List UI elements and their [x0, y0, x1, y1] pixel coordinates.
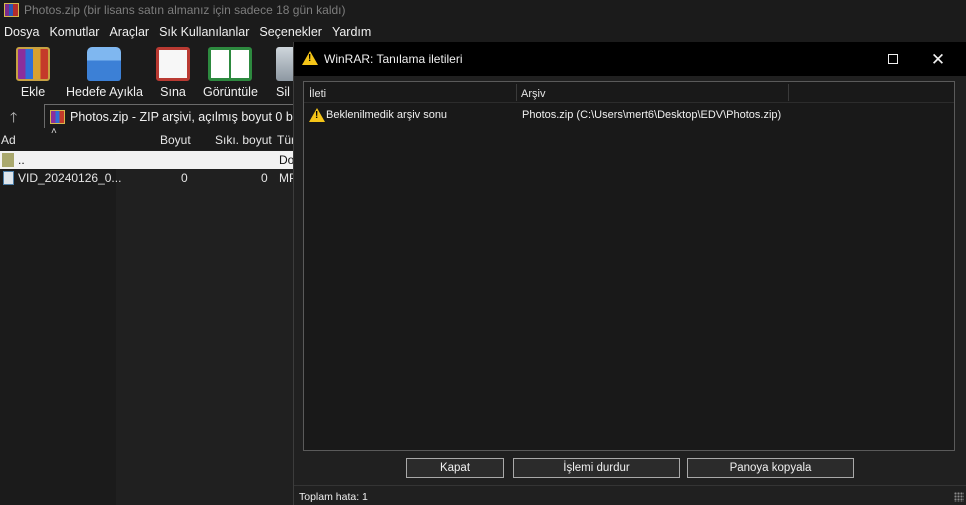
menu-secenekler[interactable]: Seçenekler	[255, 25, 328, 39]
file-row[interactable]: VID_20240126_0... 0 0 MP	[0, 169, 300, 187]
file-row-parent[interactable]: .. Do	[0, 151, 300, 169]
address-bar: 🡑 Photos.zip - ZIP arşivi, açılmış boyut…	[0, 102, 309, 131]
test-button[interactable]: Sına	[156, 44, 190, 99]
menu-araclar[interactable]: Araçlar	[105, 25, 155, 39]
close-window-button[interactable]: ✕	[916, 42, 960, 76]
column-separator[interactable]	[516, 84, 517, 101]
view-button[interactable]: Görüntüle	[203, 44, 258, 99]
menu-dosya[interactable]: Dosya	[0, 25, 45, 39]
status-bar: Toplam hata: 1	[294, 485, 966, 505]
diagnostic-dialog: WinRAR: Tanılama iletileri ✕ İleti Arşiv…	[293, 42, 966, 505]
close-icon: ✕	[930, 49, 946, 69]
book-icon	[208, 47, 253, 81]
column-separator[interactable]	[788, 84, 789, 101]
menu-sik-kullanilanlar[interactable]: Sık Kullanılanlar	[155, 25, 255, 39]
file-name: ..	[18, 153, 25, 167]
video-file-icon	[3, 171, 14, 185]
delete-button-label: Sil	[276, 85, 290, 99]
message-list[interactable]: İleti Arşiv Beklenilmedik arşiv sonu Pho…	[303, 81, 955, 451]
archive-path: Photos.zip (C:\Users\mert6\Desktop\EDV\P…	[522, 109, 782, 121]
address-field[interactable]: Photos.zip - ZIP arşivi, açılmış boyut 0…	[44, 104, 309, 128]
winrar-app-icon	[4, 3, 19, 17]
column-archive[interactable]: Arşiv	[521, 88, 545, 100]
message-list-header: İleti Arşiv	[304, 82, 954, 103]
menu-bar: Dosya Komutlar Araçlar Sık Kullanılanlar…	[0, 22, 377, 42]
arrow-up-icon[interactable]: 🡑	[10, 107, 17, 131]
address-text: Photos.zip - ZIP arşivi, açılmış boyut 0…	[70, 109, 310, 124]
checklist-icon	[156, 47, 190, 81]
total-errors: Toplam hata: 1	[299, 491, 368, 503]
menu-komutlar[interactable]: Komutlar	[45, 25, 105, 39]
test-button-label: Sına	[160, 85, 186, 99]
column-message[interactable]: İleti	[309, 88, 326, 100]
zip-archive-icon	[50, 109, 65, 124]
dialog-titlebar[interactable]: WinRAR: Tanılama iletileri ✕	[294, 42, 966, 76]
trash-icon	[276, 47, 294, 81]
dialog-title: WinRAR: Tanılama iletileri	[324, 52, 463, 66]
maximize-button[interactable]	[871, 42, 915, 76]
stop-operation-button[interactable]: İşlemi durdur	[513, 458, 680, 478]
message-text: Beklenilmedik arşiv sonu	[326, 109, 448, 121]
main-window-titlebar: Photos.zip (bir lisans satın almanız içi…	[0, 0, 966, 20]
menu-yardim[interactable]: Yardım	[328, 25, 377, 39]
warning-icon	[302, 51, 318, 65]
file-list-header: ˄ Ad Boyut Sıkı. boyut Tür	[0, 126, 300, 150]
file-size: 0	[181, 171, 188, 185]
maximize-icon	[888, 54, 898, 64]
resize-grip-icon[interactable]	[954, 492, 964, 502]
message-row[interactable]: Beklenilmedik arşiv sonu Photos.zip (C:\…	[304, 105, 954, 123]
main-window-title: Photos.zip (bir lisans satın almanız içi…	[24, 3, 346, 17]
warning-icon	[309, 108, 325, 122]
view-button-label: Görüntüle	[203, 85, 258, 99]
delete-button[interactable]: Sil	[276, 44, 294, 99]
sorted-column-shade	[116, 150, 300, 505]
add-button-label: Ekle	[20, 85, 46, 99]
folder-icon	[87, 47, 122, 81]
column-name[interactable]: Ad	[1, 133, 16, 147]
archive-books-icon	[16, 47, 50, 81]
file-packed-size: 0	[261, 171, 268, 185]
extract-to-button[interactable]: Hedefe Ayıkla	[66, 44, 143, 99]
sort-ascending-icon: ˄	[51, 126, 57, 137]
file-list[interactable]: ˄ Ad Boyut Sıkı. boyut Tür .. Do VID_202…	[0, 126, 300, 505]
copy-to-clipboard-button[interactable]: Panoya kopyala	[687, 458, 854, 478]
file-name: VID_20240126_0...	[18, 171, 122, 185]
toolbar: Ekle Hedefe Ayıkla Sına Görüntüle Sil	[0, 44, 300, 100]
parent-folder-icon	[2, 153, 14, 167]
close-button[interactable]: Kapat	[406, 458, 504, 478]
column-size[interactable]: Boyut	[160, 133, 191, 147]
column-packed-size[interactable]: Sıkı. boyut	[215, 133, 272, 147]
extract-to-button-label: Hedefe Ayıkla	[66, 85, 143, 99]
add-button[interactable]: Ekle	[16, 44, 50, 99]
